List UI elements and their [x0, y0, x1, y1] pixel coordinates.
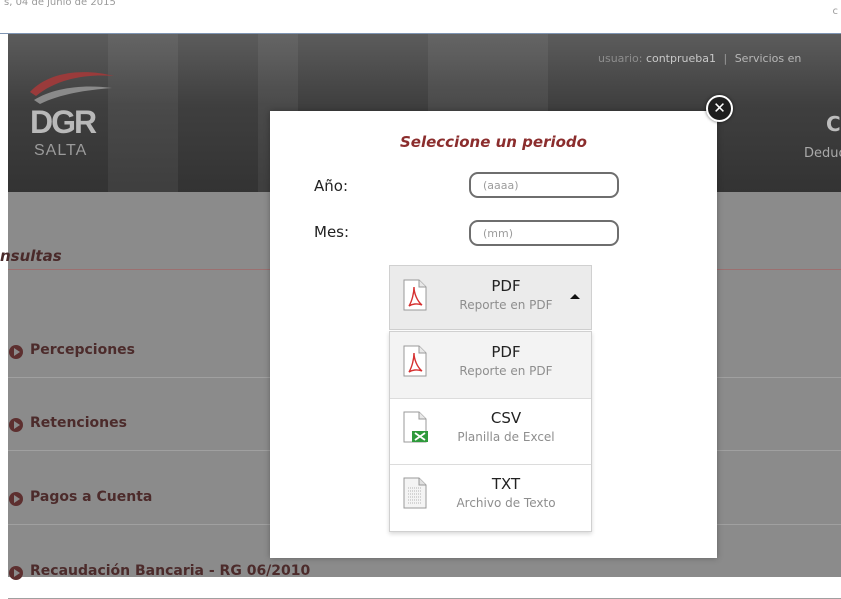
arrow-bullet-icon: [9, 492, 23, 506]
format-options-list: PDF Reporte en PDF CSV Planilla de Excel: [389, 331, 592, 532]
services-link[interactable]: Servicios en: [735, 52, 802, 65]
pdf-file-icon: [403, 345, 427, 377]
format-option-pdf[interactable]: PDF Reporte en PDF: [390, 332, 591, 399]
format-option-txt[interactable]: TXT Archivo de Texto: [390, 464, 591, 530]
user-bar: usuario: contprueba1 | Servicios en: [598, 52, 801, 65]
format-option-description: Reporte en PDF: [459, 364, 553, 378]
format-option-name: TXT: [491, 475, 521, 493]
top-bar: s, 04 de junio de 2015 c: [0, 0, 841, 34]
format-option-description: Archivo de Texto: [456, 496, 556, 510]
month-label: Mes:: [314, 223, 350, 241]
user-separator: |: [723, 52, 728, 65]
selected-format-description: Reporte en PDF: [459, 298, 553, 312]
format-option-name: PDF: [491, 343, 521, 361]
nav-item-label: Pagos a Cuenta: [30, 489, 153, 505]
modal-title: Seleccione un periodo: [400, 133, 587, 151]
excel-file-icon: [403, 411, 428, 443]
format-select[interactable]: PDF Reporte en PDF: [389, 265, 592, 330]
caret-up-icon: [570, 294, 580, 299]
nav-item-label: Percepciones: [30, 342, 135, 358]
arrow-bullet-icon: [9, 566, 23, 580]
top-right-text: c: [832, 6, 839, 17]
text-file-icon: [403, 477, 427, 509]
arrow-bullet-icon: [9, 345, 23, 359]
pdf-file-icon: [403, 279, 427, 311]
header-right-heading: C: [826, 112, 841, 136]
month-input[interactable]: [469, 220, 619, 246]
close-icon[interactable]: ✕: [706, 95, 733, 122]
user-label: usuario:: [598, 52, 643, 65]
arrow-bullet-icon: [9, 418, 23, 432]
year-input[interactable]: [469, 172, 619, 198]
section-title: nsultas: [0, 247, 62, 265]
format-option-description: Planilla de Excel: [457, 430, 555, 444]
user-name[interactable]: contprueba1: [646, 52, 716, 65]
selected-format-name: PDF: [491, 277, 521, 295]
current-date: s, 04 de junio de 2015: [4, 0, 116, 8]
header-background-shape: [108, 34, 178, 192]
format-option-name: CSV: [490, 409, 522, 427]
dgr-logo-swoosh-icon: [30, 72, 114, 104]
nav-item-label: Retenciones: [30, 415, 127, 431]
period-modal: Seleccione un periodo Año: Mes: PDF Repo…: [270, 111, 717, 558]
year-label: Año:: [314, 177, 348, 195]
format-option-csv[interactable]: CSV Planilla de Excel: [390, 398, 591, 465]
logo-brand[interactable]: DGR: [30, 104, 97, 141]
header-right-subheading: Deduc: [804, 146, 841, 161]
logo-subtitle: SALTA: [34, 142, 88, 159]
